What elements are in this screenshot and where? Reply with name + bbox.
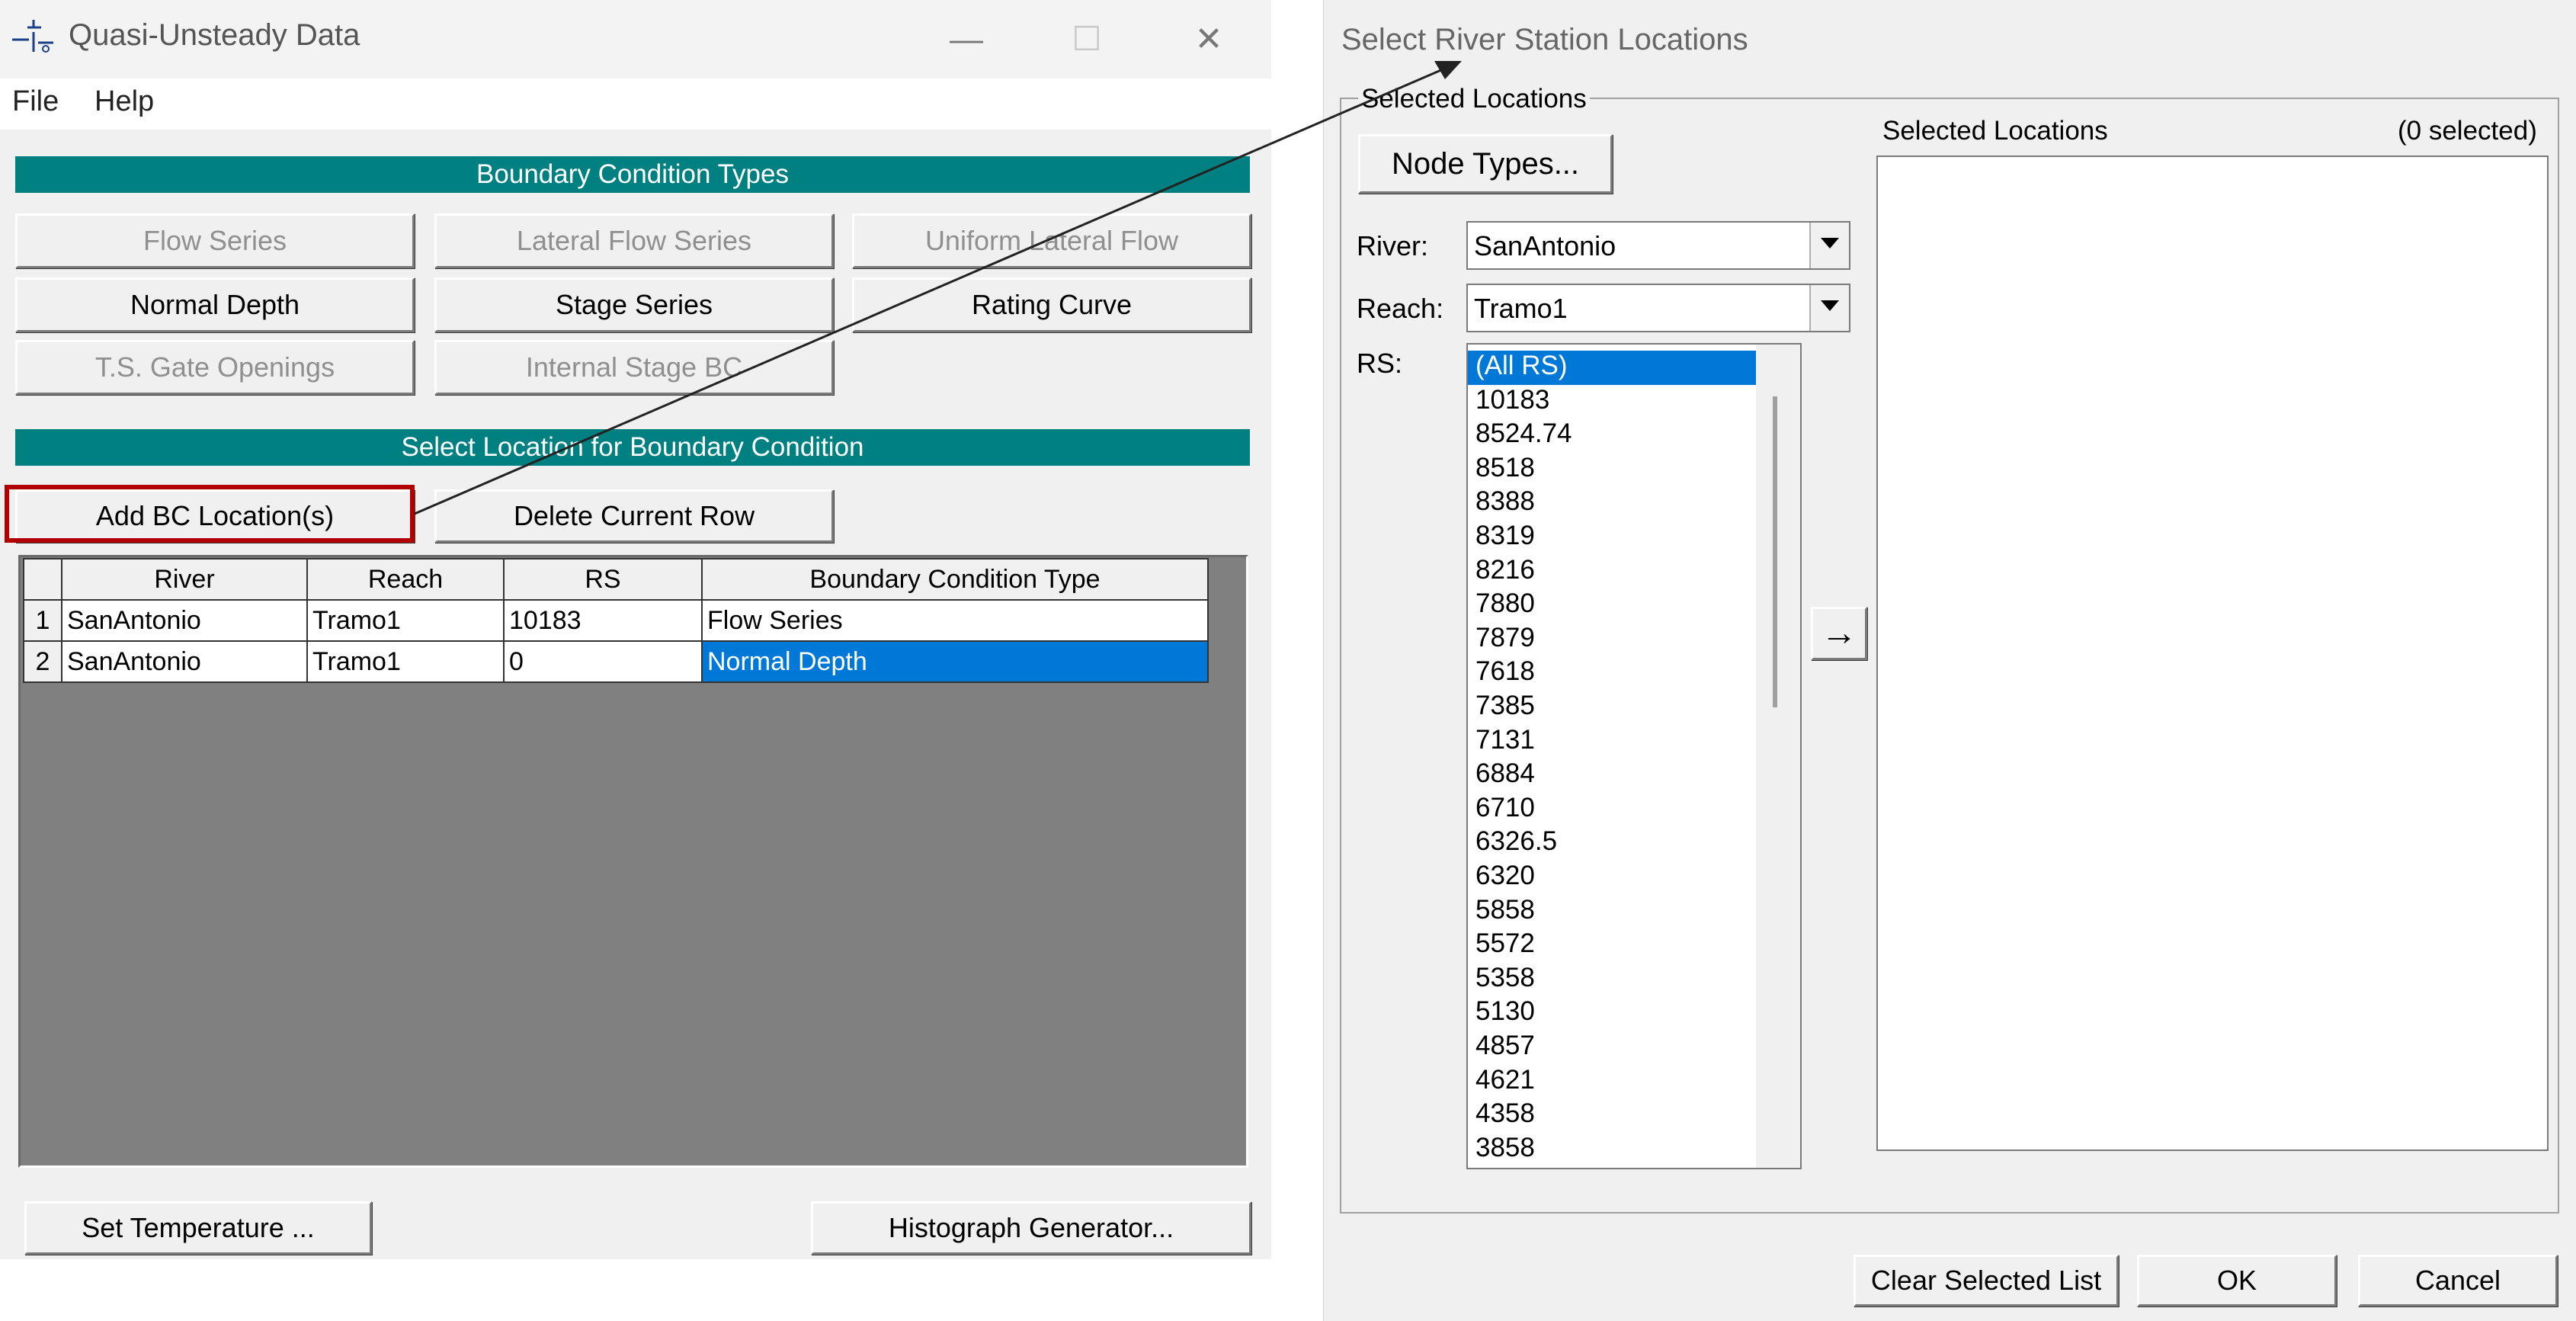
annotation-arrow [414,61,1462,515]
